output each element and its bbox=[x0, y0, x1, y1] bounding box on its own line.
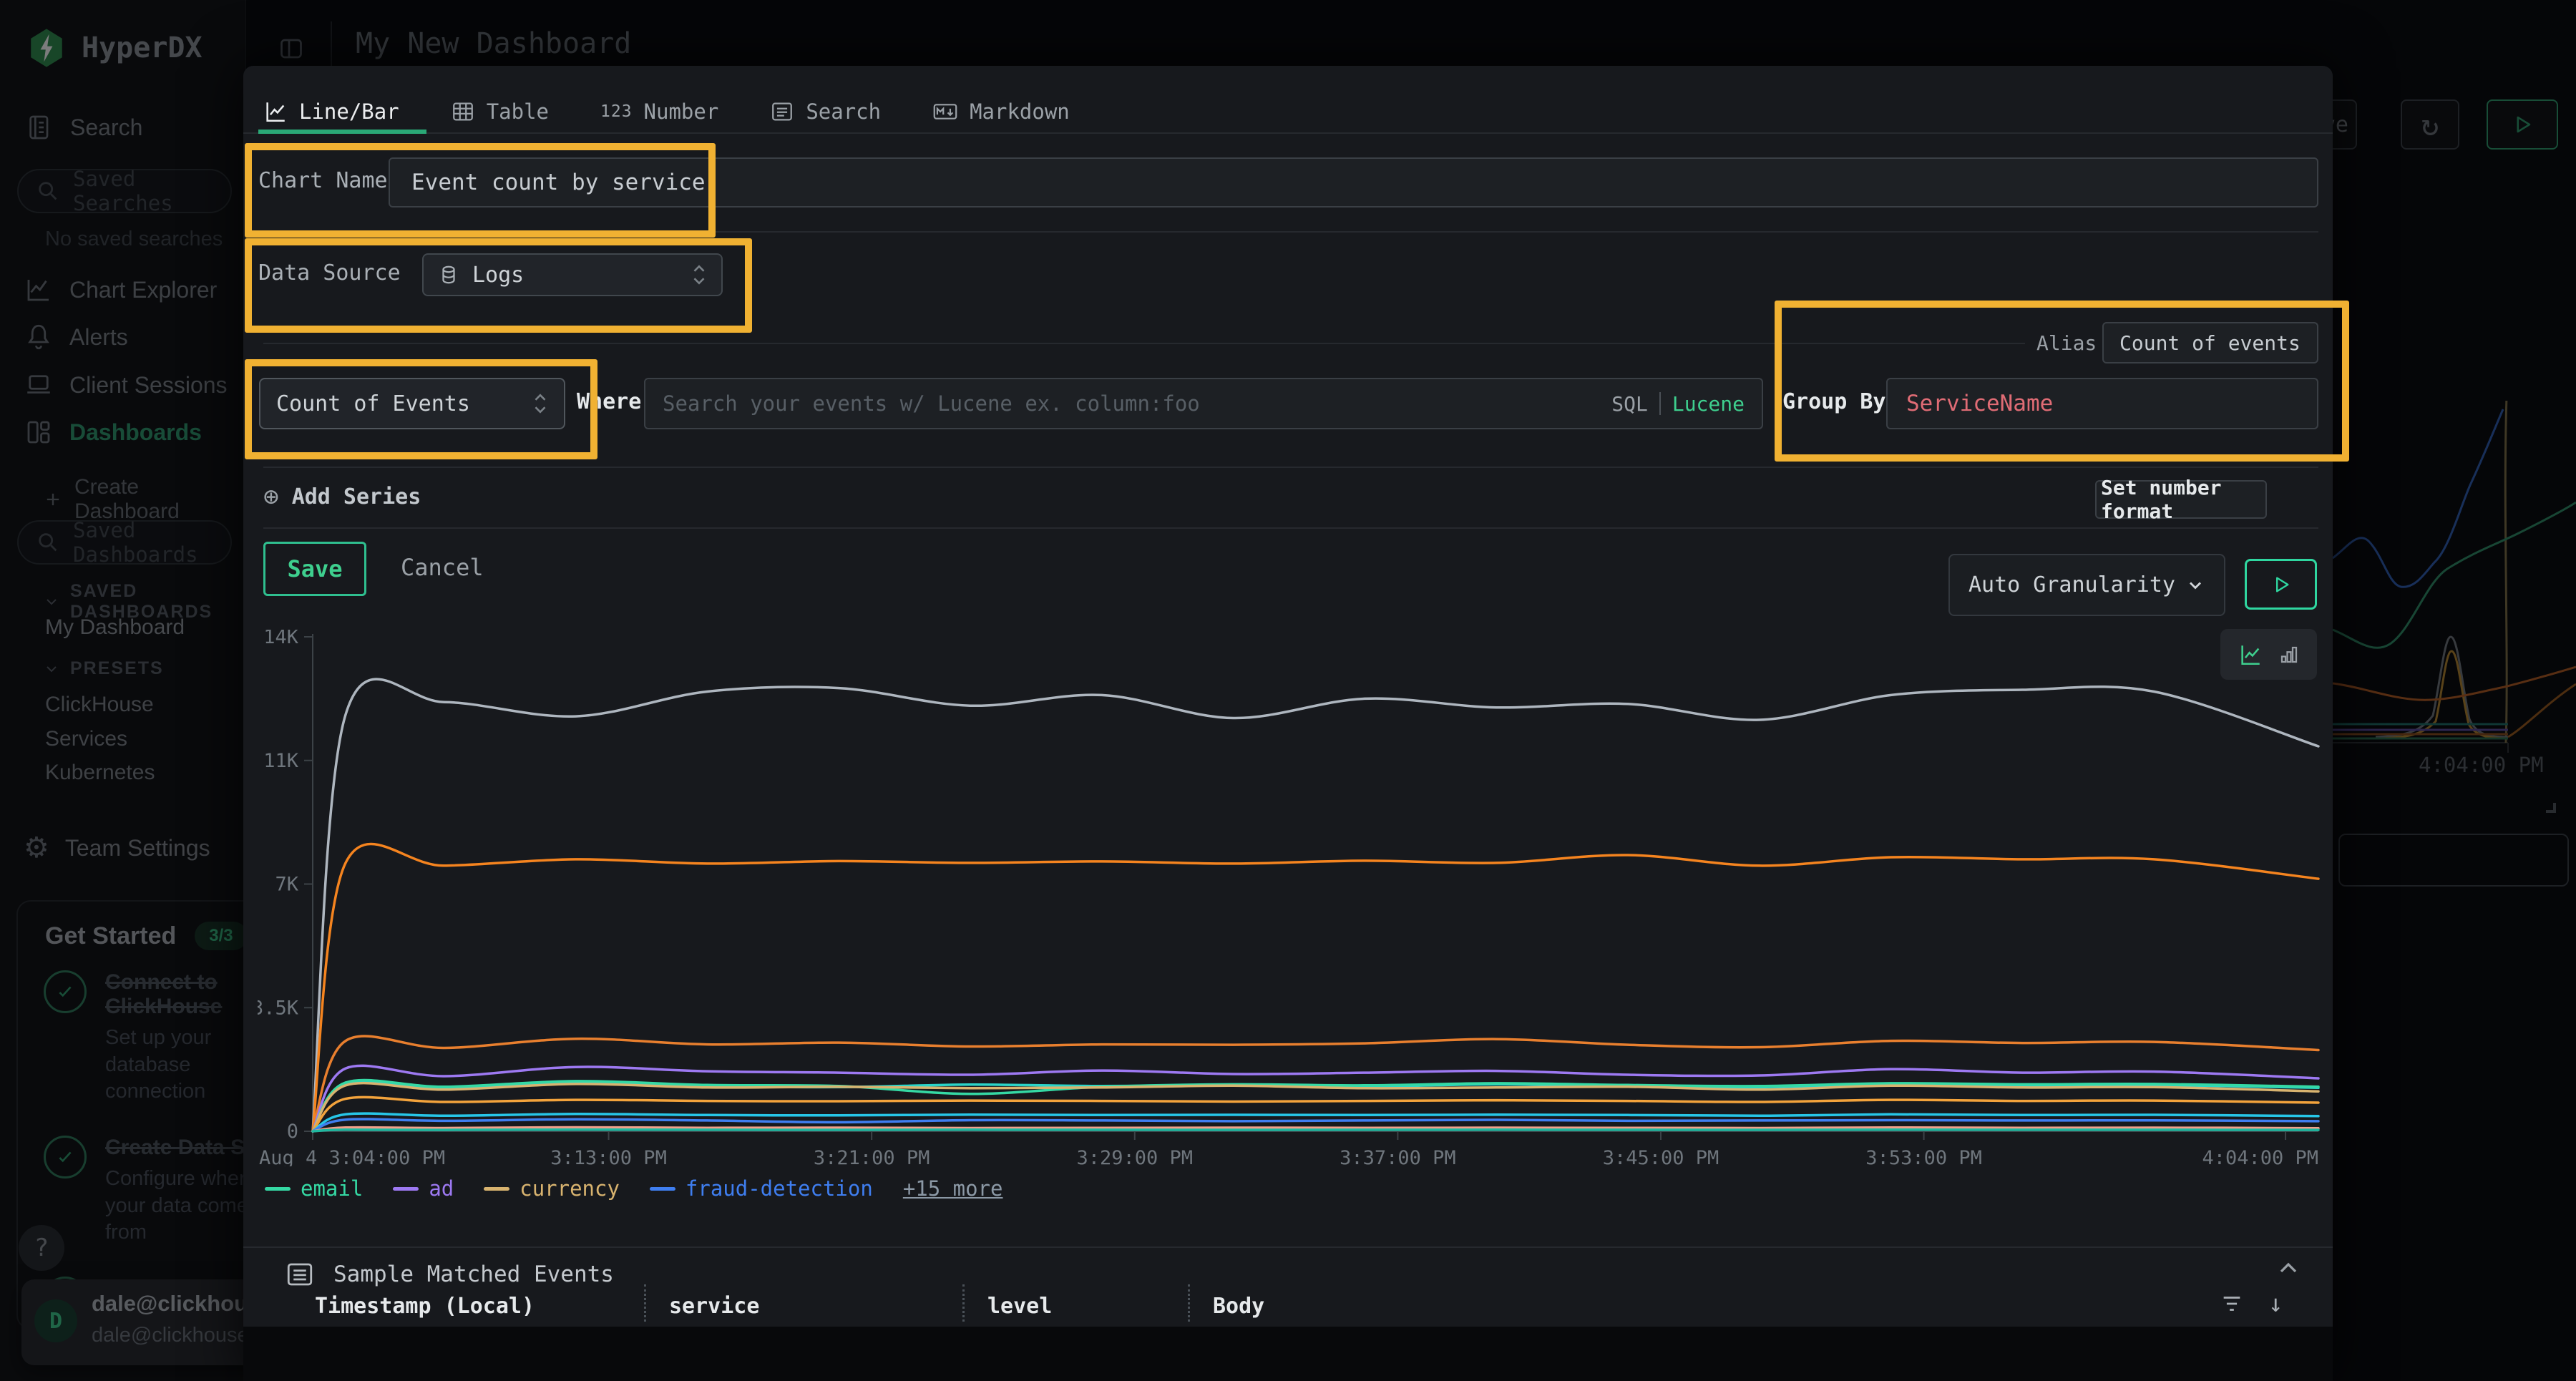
database-icon bbox=[438, 264, 459, 286]
chart-name-input[interactable]: Event count by service bbox=[389, 157, 2318, 208]
alias-label: Alias bbox=[2036, 331, 2097, 355]
divider bbox=[243, 1246, 2333, 1248]
where-label: Where bbox=[577, 389, 641, 414]
mode-divider bbox=[1659, 392, 1661, 415]
list-doc-icon bbox=[770, 99, 794, 124]
legend-more-link[interactable]: +15 more bbox=[903, 1176, 1003, 1201]
data-source-select[interactable]: Logs bbox=[422, 253, 723, 296]
markdown-icon bbox=[932, 99, 958, 124]
divider bbox=[263, 467, 2318, 468]
svg-text:3:53:00 PM: 3:53:00 PM bbox=[1865, 1147, 1982, 1166]
cancel-button[interactable]: Cancel bbox=[401, 554, 484, 581]
table-body-area bbox=[243, 1327, 2333, 1381]
divider bbox=[263, 343, 2025, 344]
add-series-button[interactable]: ⊕ Add Series bbox=[263, 482, 421, 512]
sql-mode-button[interactable]: SQL bbox=[1611, 392, 1648, 416]
svg-text:3:13:00 PM: 3:13:00 PM bbox=[550, 1147, 667, 1166]
sample-events-header: Sample Matched Events bbox=[285, 1259, 614, 1289]
table-header-actions: ↓ bbox=[2220, 1289, 2283, 1318]
chart-editor-modal: Line/Bar Table 123 Number Search Markdow… bbox=[243, 66, 2333, 1381]
aggregation-select[interactable]: Count of Events bbox=[259, 378, 565, 429]
tab-markdown[interactable]: Markdown bbox=[932, 99, 1070, 124]
svg-text:3.5K: 3.5K bbox=[258, 997, 299, 1019]
column-separator bbox=[644, 1284, 646, 1322]
alias-input[interactable]: Count of events bbox=[2102, 322, 2318, 363]
list-doc-icon bbox=[285, 1259, 315, 1289]
tabs-divider bbox=[243, 132, 2333, 134]
svg-text:14K: 14K bbox=[263, 630, 299, 648]
group-by-label: Group By bbox=[1782, 389, 1886, 414]
legend-item[interactable]: currency bbox=[484, 1176, 620, 1201]
divider bbox=[263, 527, 2318, 529]
svg-text:11K: 11K bbox=[263, 750, 299, 772]
legend-swatch bbox=[265, 1187, 291, 1191]
divider bbox=[263, 231, 2318, 233]
tab-line-bar[interactable]: Line/Bar bbox=[263, 99, 399, 124]
svg-text:3:37:00 PM: 3:37:00 PM bbox=[1340, 1147, 1456, 1166]
legend-item[interactable]: ad bbox=[393, 1176, 454, 1201]
collapse-chevron-icon[interactable] bbox=[2274, 1254, 2303, 1282]
col-body[interactable]: Body bbox=[1213, 1294, 1264, 1319]
where-input[interactable]: Search your events w/ Lucene ex. column:… bbox=[644, 378, 1763, 429]
svg-text:7K: 7K bbox=[275, 874, 298, 896]
tab-bar: Line/Bar Table 123 Number Search Markdow… bbox=[263, 92, 1070, 132]
active-tab-underline bbox=[258, 130, 426, 134]
chevron-down-icon bbox=[2185, 575, 2205, 595]
col-timestamp[interactable]: Timestamp (Local) bbox=[315, 1294, 535, 1319]
data-source-label: Data Source bbox=[258, 260, 401, 286]
svg-text:3:21:00 PM: 3:21:00 PM bbox=[814, 1147, 930, 1166]
svg-text:3:29:00 PM: 3:29:00 PM bbox=[1076, 1147, 1193, 1166]
legend-swatch bbox=[393, 1187, 419, 1191]
tab-table[interactable]: Table bbox=[451, 99, 549, 124]
col-service[interactable]: service bbox=[669, 1294, 759, 1319]
granularity-select[interactable]: Auto Granularity bbox=[1948, 554, 2225, 616]
legend-item[interactable]: email bbox=[265, 1176, 363, 1201]
up-down-chevrons-icon bbox=[532, 391, 548, 416]
column-separator bbox=[1188, 1284, 1190, 1322]
chart-legend: email ad currency fraud-detection +15 mo… bbox=[265, 1176, 1003, 1201]
col-level[interactable]: level bbox=[987, 1294, 1052, 1319]
tab-search[interactable]: Search bbox=[770, 99, 881, 124]
sort-down-icon[interactable]: ↓ bbox=[2268, 1289, 2283, 1318]
123-icon: 123 bbox=[600, 102, 633, 121]
table-icon bbox=[451, 99, 475, 124]
chart-name-label: Chart Name bbox=[258, 168, 388, 193]
legend-swatch bbox=[650, 1187, 675, 1191]
lucene-mode-button[interactable]: Lucene bbox=[1672, 392, 1745, 416]
legend-swatch bbox=[484, 1187, 509, 1191]
save-button[interactable]: Save bbox=[263, 542, 366, 596]
group-by-input[interactable]: ServiceName bbox=[1886, 378, 2318, 429]
plus-circle-icon: ⊕ bbox=[263, 482, 279, 512]
legend-item[interactable]: fraud-detection bbox=[650, 1176, 873, 1201]
svg-text:Aug 4 3:04:00 PM: Aug 4 3:04:00 PM bbox=[259, 1147, 445, 1166]
screen: HyperDX Search Saved Searches No saved s… bbox=[0, 0, 2576, 1381]
where-placeholder: Search your events w/ Lucene ex. column:… bbox=[663, 391, 1200, 416]
up-down-chevrons-icon bbox=[691, 263, 707, 287]
svg-text:4:04:00 PM: 4:04:00 PM bbox=[2202, 1147, 2318, 1166]
column-separator bbox=[962, 1284, 965, 1322]
tab-number[interactable]: 123 Number bbox=[600, 99, 718, 124]
run-query-button[interactable] bbox=[2245, 559, 2317, 610]
events-line-chart[interactable]: 0 3.5K 7K 11K 14K Aug 4 3:04:00 PM 3:13:00 PM 3… bbox=[258, 630, 2326, 1166]
play-icon bbox=[2271, 575, 2291, 595]
filter-icon[interactable] bbox=[2220, 1292, 2244, 1316]
svg-text:0: 0 bbox=[287, 1121, 298, 1143]
line-chart-icon bbox=[263, 99, 288, 124]
svg-text:3:45:00 PM: 3:45:00 PM bbox=[1603, 1147, 1719, 1166]
set-number-format-button[interactable]: Set number format bbox=[2095, 480, 2267, 519]
